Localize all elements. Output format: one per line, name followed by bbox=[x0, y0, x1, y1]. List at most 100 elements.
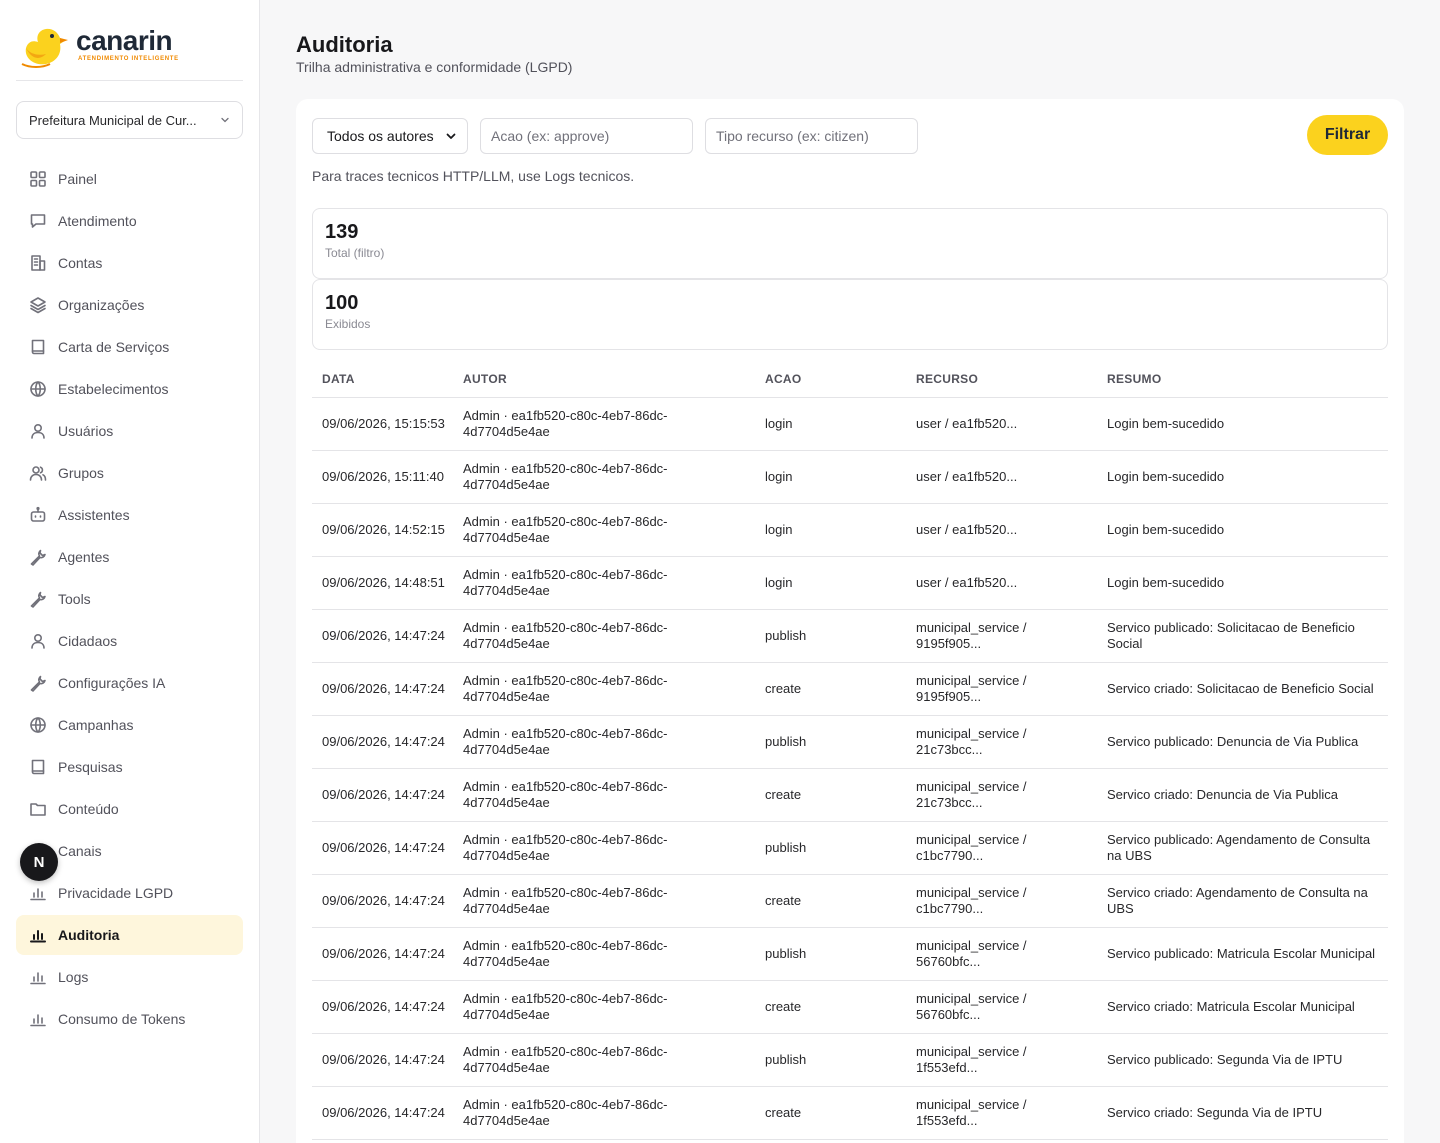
floating-dev-badge[interactable]: N bbox=[20, 843, 58, 881]
globe-icon bbox=[28, 715, 48, 735]
book-icon bbox=[28, 757, 48, 777]
sidebar-item-label: Agentes bbox=[58, 549, 110, 565]
cell-resource: user / ea1fb520... bbox=[916, 469, 1018, 484]
audit-card: Todos os autores Acao (ex: approve) Tipo… bbox=[296, 99, 1404, 1143]
building-icon bbox=[28, 253, 48, 273]
sidebar-item-logs[interactable]: Logs bbox=[16, 957, 243, 997]
cell-resource: municipal_service / 9195f905... bbox=[916, 673, 1027, 704]
sidebar-item-label: Atendimento bbox=[58, 213, 137, 229]
table-row: 09/06/2026, 14:47:24 Admin · ea1fb520-c80… bbox=[312, 822, 1388, 875]
cell-date: 09/06/2026, 14:48:51 bbox=[322, 575, 445, 590]
sidebar-item-label: Configurações IA bbox=[58, 675, 166, 691]
chevron-down-icon bbox=[221, 117, 229, 123]
wrench-icon bbox=[28, 673, 48, 693]
sidebar-item-estabelecimentos[interactable]: Estabelecimentos bbox=[16, 369, 243, 409]
cell-summary: Login bem-sucedido bbox=[1107, 469, 1225, 484]
organization-select[interactable]: Prefeitura Municipal de Cur... bbox=[16, 101, 243, 139]
stat-card-total: 139 Total (filtro) bbox=[312, 208, 1388, 279]
sidebar-item-campanhas[interactable]: Campanhas bbox=[16, 705, 243, 745]
cell-summary: Servico criado: Solicitacao de Beneficio… bbox=[1107, 681, 1374, 696]
cell-action: login bbox=[765, 416, 793, 431]
sidebar-item-tools[interactable]: Tools bbox=[16, 579, 243, 619]
wrench-icon bbox=[28, 547, 48, 567]
cell-resource: municipal_service / 56760bfc... bbox=[916, 938, 1027, 969]
chart-icon bbox=[28, 883, 48, 903]
cell-resource: municipal_service / 21c73bcc... bbox=[916, 779, 1027, 810]
sidebar-item-consumo-de-tokens[interactable]: Consumo de Tokens bbox=[16, 999, 243, 1039]
cell-author: Admin · ea1fb520-c80c-4eb7-86dc-4d7704d5… bbox=[463, 461, 668, 492]
cell-action: login bbox=[765, 469, 793, 484]
column-header-author: AUTOR bbox=[463, 372, 507, 386]
sidebar-item-assistentes[interactable]: Assistentes bbox=[16, 495, 243, 535]
sidebar-item-contas[interactable]: Contas bbox=[16, 243, 243, 283]
cell-resource: user / ea1fb520... bbox=[916, 416, 1018, 431]
sidebar-item-usuarios[interactable]: Usuários bbox=[16, 411, 243, 451]
chart-icon bbox=[28, 925, 48, 945]
audit-table: DATA AUTOR ACAO RECURSO RESUMO 09/06/202… bbox=[312, 361, 1388, 1140]
sidebar-nav: Painel Atendimento Contas Organizações C… bbox=[16, 159, 243, 1041]
sidebar-item-carta-de-servicos[interactable]: Carta de Serviços bbox=[16, 327, 243, 367]
hint-text: Para traces tecnicos HTTP/LLM, use Logs … bbox=[312, 168, 635, 184]
column-header-summary: RESUMO bbox=[1107, 372, 1162, 386]
table-row: 09/06/2026, 14:47:24 Admin · ea1fb520-c80… bbox=[312, 663, 1388, 716]
cell-summary: Login bem-sucedido bbox=[1107, 522, 1225, 537]
sidebar-item-label: Auditoria bbox=[58, 927, 120, 943]
sidebar-item-privacidade-lgpd[interactable]: Privacidade LGPD bbox=[16, 873, 243, 913]
cell-author: Admin · ea1fb520-c80c-4eb7-86dc-4d7704d5… bbox=[463, 938, 668, 969]
cell-summary: Servico criado: Segunda Via de IPTU bbox=[1107, 1105, 1323, 1120]
cell-summary: Servico criado: Matricula Escolar Munici… bbox=[1107, 999, 1355, 1014]
page-subtitle: Trilha administrativa e conformidade (LG… bbox=[296, 59, 573, 75]
cell-date: 09/06/2026, 14:47:24 bbox=[322, 787, 445, 802]
cell-action: create bbox=[765, 999, 802, 1014]
sidebar-item-configuracoes-ia[interactable]: Configurações IA bbox=[16, 663, 243, 703]
brand-logo[interactable]: canarin ATENDIMENTO INTELIGENTE bbox=[20, 24, 179, 70]
table-row: 09/06/2026, 14:48:51 Admin · ea1fb520-c80… bbox=[312, 557, 1388, 610]
cell-resource: user / ea1fb520... bbox=[916, 522, 1018, 537]
cell-summary: Servico criado: Agendamento de Consulta … bbox=[1107, 885, 1368, 916]
cell-action: login bbox=[765, 575, 793, 590]
cell-author: Admin · ea1fb520-c80c-4eb7-86dc-4d7704d5… bbox=[463, 673, 668, 704]
sidebar-item-label: Privacidade LGPD bbox=[58, 885, 174, 901]
sidebar-item-label: Assistentes bbox=[58, 507, 130, 523]
author-select-value: Todos os autores bbox=[327, 128, 434, 144]
cell-date: 09/06/2026, 14:47:24 bbox=[322, 946, 445, 961]
sidebar-item-label: Usuários bbox=[58, 423, 114, 439]
sidebar-item-agentes[interactable]: Agentes bbox=[16, 537, 243, 577]
cell-resource: municipal_service / c1bc7790... bbox=[916, 885, 1027, 916]
cell-summary: Servico publicado: Matricula Escolar Mun… bbox=[1107, 946, 1376, 961]
sidebar-item-grupos[interactable]: Grupos bbox=[16, 453, 243, 493]
cell-summary: Login bem-sucedido bbox=[1107, 416, 1225, 431]
sidebar-item-pesquisas[interactable]: Pesquisas bbox=[16, 747, 243, 787]
sidebar-item-atendimento[interactable]: Atendimento bbox=[16, 201, 243, 241]
cell-summary: Servico criado: Denuncia de Via Publica bbox=[1107, 787, 1339, 802]
sidebar-item-conteudo[interactable]: Conteúdo bbox=[16, 789, 243, 829]
cell-date: 09/06/2026, 14:47:24 bbox=[322, 734, 445, 749]
table-row: 09/06/2026, 14:47:24 Admin · ea1fb520-c80… bbox=[312, 769, 1388, 822]
cell-author: Admin · ea1fb520-c80c-4eb7-86dc-4d7704d5… bbox=[463, 1097, 668, 1128]
cell-date: 09/06/2026, 14:47:24 bbox=[322, 628, 445, 643]
stat-value: 139 bbox=[325, 221, 359, 243]
cell-summary: Servico publicado: Solicitacao de Benefi… bbox=[1107, 620, 1355, 651]
sidebar-item-organizacoes[interactable]: Organizações bbox=[16, 285, 243, 325]
users-icon bbox=[28, 463, 48, 483]
chart-icon bbox=[28, 1009, 48, 1029]
action-filter-input[interactable]: Acao (ex: approve) bbox=[480, 118, 693, 154]
cell-resource: municipal_service / 21c73bcc... bbox=[916, 726, 1027, 757]
filter-button[interactable]: Filtrar bbox=[1307, 115, 1388, 155]
column-header-action: ACAO bbox=[765, 372, 802, 386]
resource-type-filter-input[interactable]: Tipo recurso (ex: citizen) bbox=[705, 118, 918, 154]
sidebar-item-painel[interactable]: Painel bbox=[16, 159, 243, 199]
cell-date: 09/06/2026, 14:47:24 bbox=[322, 840, 445, 855]
canary-bird-icon bbox=[21, 28, 68, 68]
grid-icon bbox=[28, 169, 48, 189]
sidebar-item-auditoria[interactable]: Auditoria bbox=[16, 915, 243, 955]
stat-value: 100 bbox=[325, 292, 359, 314]
sidebar-item-label: Campanhas bbox=[58, 717, 134, 733]
author-select[interactable]: Todos os autores bbox=[312, 118, 468, 154]
sidebar-item-cidadaos[interactable]: Cidadaos bbox=[16, 621, 243, 661]
bot-icon bbox=[28, 505, 48, 525]
organization-select-value: Prefeitura Municipal de Cur... bbox=[29, 112, 197, 128]
cell-resource: user / ea1fb520... bbox=[916, 575, 1018, 590]
cell-date: 09/06/2026, 14:47:24 bbox=[322, 681, 445, 696]
table-row: 09/06/2026, 14:47:24 Admin · ea1fb520-c80… bbox=[312, 610, 1388, 663]
